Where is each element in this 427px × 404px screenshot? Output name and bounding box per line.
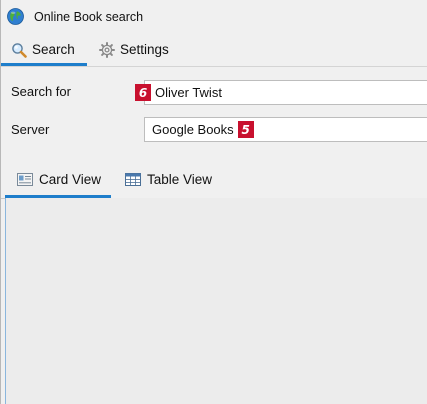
tab-search-label: Search [32, 42, 75, 57]
callout-badge-5: 5 [237, 121, 254, 138]
magnifier-icon [12, 42, 27, 58]
search-form: Search for 6 Oliver Twist Server Google … [1, 67, 427, 155]
results-panel [5, 198, 427, 404]
tab-search[interactable]: Search [11, 34, 75, 65]
view-tab-bar: Card View Table View [1, 162, 427, 199]
server-select-value: Google Books [152, 122, 234, 137]
table-view-icon [125, 172, 141, 186]
app-window: Online Book search Search Settings Searc… [0, 0, 427, 404]
tab-card-view[interactable]: Card View [17, 162, 101, 196]
tab-settings[interactable]: Settings [99, 34, 169, 65]
search-input-value: Oliver Twist [155, 85, 222, 100]
gear-icon [99, 41, 115, 58]
server-label: Server [11, 122, 50, 137]
search-input[interactable]: 6 Oliver Twist [135, 80, 427, 105]
card-view-icon [17, 172, 33, 186]
tab-table-view[interactable]: Table View [125, 162, 212, 196]
search-for-label: Search for [11, 84, 71, 99]
tab-settings-label: Settings [120, 42, 169, 57]
globe-icon [7, 8, 24, 25]
title-bar: Online Book search [1, 0, 427, 34]
callout-badge-6: 6 [135, 84, 151, 101]
active-tab-indicator [1, 63, 87, 66]
tab-card-view-label: Card View [39, 171, 102, 187]
server-select[interactable]: Google Books 5 [144, 117, 427, 142]
tab-table-view-label: Table View [147, 171, 213, 187]
window-title: Online Book search [34, 10, 144, 24]
